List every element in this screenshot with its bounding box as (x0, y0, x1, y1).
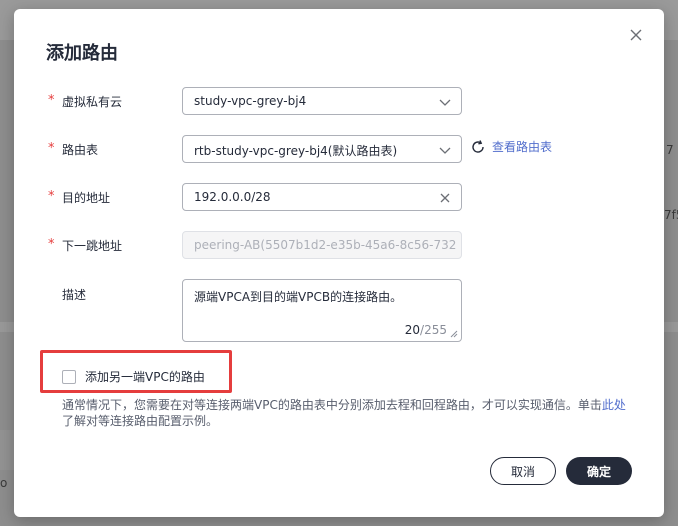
vpc-row: * 虚拟私有云 study-vpc-grey-bj4 (46, 86, 664, 116)
close-icon (630, 29, 642, 41)
background-text: o (0, 476, 8, 490)
required-mark: * (48, 93, 55, 108)
destination-value: 192.0.0.0/28 (194, 190, 271, 204)
route-table-select[interactable]: rtb-study-vpc-grey-bj4(默认路由表) (182, 135, 462, 163)
required-mark: * (48, 141, 55, 156)
route-table-value: rtb-study-vpc-grey-bj4(默认路由表) (194, 144, 398, 158)
description-textarea[interactable]: 源端VPCA到目的端VPCB的连接路由。 20/255 (182, 279, 462, 342)
add-peer-route-checkbox[interactable]: 添加另一端VPC的路由 (62, 368, 205, 385)
background-text: 7f5 (664, 208, 678, 222)
required-mark: * (48, 237, 55, 252)
chevron-down-icon (439, 147, 451, 154)
route-table-label: 路由表 (62, 143, 99, 157)
note-link[interactable]: 此处 (602, 398, 626, 412)
view-route-table-text[interactable]: 查看路由表 (492, 138, 552, 155)
view-route-table-link[interactable]: 查看路由表 (470, 138, 552, 155)
destination-input[interactable]: 192.0.0.0/28 (182, 183, 462, 211)
chevron-down-icon (439, 99, 451, 106)
clear-icon[interactable] (439, 192, 451, 204)
description-label: 描述 (62, 288, 87, 302)
next-hop-row: * 下一跳地址 peering-AB(5507b1d2-e35b-45a6-8c… (46, 230, 664, 260)
next-hop-label: 下一跳地址 (62, 239, 123, 253)
checkbox[interactable] (62, 369, 76, 384)
required-mark: * (48, 189, 55, 204)
vpc-select[interactable]: study-vpc-grey-bj4 (182, 87, 462, 115)
help-note: 通常情况下，您需要在对等连接两端VPC的路由表中分别添加去程和回程路由，才可以实… (62, 397, 632, 429)
destination-label: 目的地址 (62, 191, 111, 205)
description-value: 源端VPCA到目的端VPCB的连接路由。 (194, 290, 403, 304)
close-button[interactable] (628, 27, 644, 43)
next-hop-value: peering-AB(5507b1d2-e35b-45a6-8c56-732fa… (194, 238, 456, 252)
next-hop-input: peering-AB(5507b1d2-e35b-45a6-8c56-732fa… (182, 231, 462, 259)
cancel-button[interactable]: 取消 (490, 457, 556, 485)
add-route-dialog: 添加路由 * 虚拟私有云 study-vpc-grey-bj4 * 路由表 rt… (14, 9, 664, 517)
destination-row: * 目的地址 192.0.0.0/28 (46, 182, 664, 212)
checkbox-label[interactable]: 添加另一端VPC的路由 (85, 368, 205, 385)
note-text: 通常情况下，您需要在对等连接两端VPC的路由表中分别添加去程和回程路由，才可以实… (62, 398, 602, 412)
resize-handle-icon[interactable] (450, 330, 458, 338)
dialog-title: 添加路由 (46, 43, 118, 64)
vpc-value: study-vpc-grey-bj4 (194, 94, 307, 108)
background-text: 7 (666, 143, 674, 157)
note-text: 了解对等连接路由配置示例。 (62, 414, 219, 428)
ok-button[interactable]: 确定 (566, 457, 632, 485)
description-row: 描述 源端VPCA到目的端VPCB的连接路由。 20/255 (46, 279, 664, 342)
refresh-icon[interactable] (470, 139, 486, 155)
route-table-row: * 路由表 rtb-study-vpc-grey-bj4(默认路由表) 查看路由… (46, 134, 664, 164)
vpc-label: 虚拟私有云 (62, 95, 123, 109)
character-count: 20/255 (404, 323, 447, 337)
